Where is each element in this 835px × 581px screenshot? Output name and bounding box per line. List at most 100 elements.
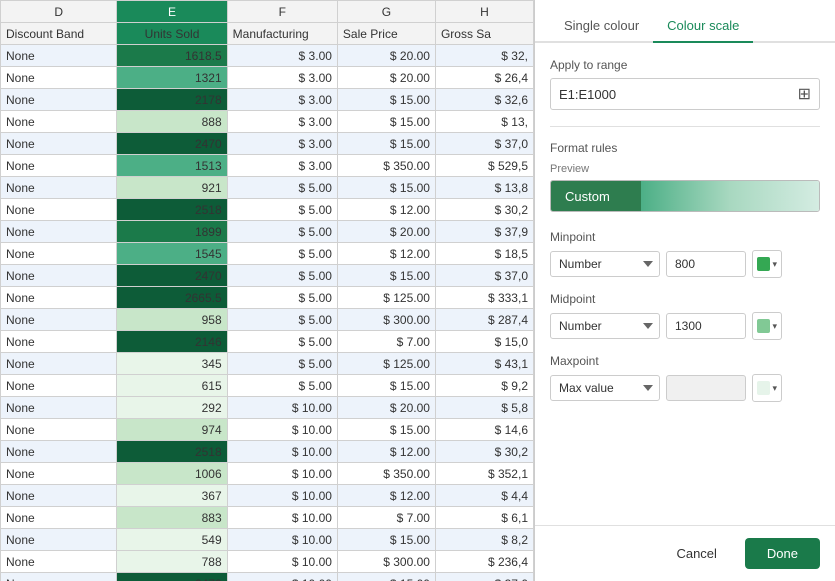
table-row: $ 5.00: [227, 199, 337, 221]
minpoint-row: Number Percent Percentile Min value ▾: [550, 250, 820, 278]
units-sold-cell: 292: [117, 397, 227, 419]
col-header-h[interactable]: H: [435, 1, 533, 23]
units-sold-cell: 1321: [117, 67, 227, 89]
tab-colour-scale[interactable]: Colour scale: [653, 10, 753, 43]
table-row: None: [1, 89, 117, 111]
table-row: $ 3.00: [227, 111, 337, 133]
table-row: $ 5,8: [435, 397, 533, 419]
units-sold-cell: 2178: [117, 89, 227, 111]
units-sold-cell: 2470: [117, 133, 227, 155]
format-rules-label: Format rules: [550, 141, 820, 155]
maxpoint-color-btn[interactable]: ▾: [752, 374, 782, 402]
table-row: $ 10.00: [227, 419, 337, 441]
table-row: None: [1, 463, 117, 485]
units-sold-cell: 2472: [117, 573, 227, 581]
table-row: None: [1, 485, 117, 507]
units-sold-cell: 883: [117, 507, 227, 529]
maxpoint-type-select[interactable]: Max value Number Percent Percentile: [550, 375, 660, 401]
midpoint-color-dot: [757, 319, 770, 333]
table-row: $ 20.00: [337, 45, 435, 67]
minpoint-color-btn[interactable]: ▾: [752, 250, 782, 278]
apply-to-range-label: Apply to range: [550, 58, 820, 72]
midpoint-type-select[interactable]: Number Percent Percentile None: [550, 313, 660, 339]
table-row: None: [1, 45, 117, 67]
maxpoint-color-dot: [757, 381, 770, 395]
table-row: None: [1, 529, 117, 551]
table-row: None: [1, 155, 117, 177]
grid-icon: ⊞: [798, 84, 811, 104]
table-row: $ 5.00: [227, 221, 337, 243]
table-row: $ 125.00: [337, 287, 435, 309]
table-row: $ 12.00: [337, 243, 435, 265]
done-button[interactable]: Done: [745, 538, 820, 569]
table-row: $ 3.00: [227, 133, 337, 155]
table-row: $ 350.00: [337, 463, 435, 485]
table-row: $ 30,2: [435, 441, 533, 463]
table-row: $ 15.00: [337, 177, 435, 199]
table-row: $ 32,6: [435, 89, 533, 111]
table-row: $ 350.00: [337, 155, 435, 177]
table-row: $ 32,: [435, 45, 533, 67]
table-row: $ 6,1: [435, 507, 533, 529]
table-row: $ 236,4: [435, 551, 533, 573]
table-row: $ 37,0: [435, 133, 533, 155]
table-row: None: [1, 507, 117, 529]
table-row: None: [1, 441, 117, 463]
table-row: $ 10.00: [227, 441, 337, 463]
table-row: $ 37,0: [435, 573, 533, 581]
table-row: $ 9,2: [435, 375, 533, 397]
table-row: $ 5.00: [227, 331, 337, 353]
table-row: $ 3.00: [227, 45, 337, 67]
table-row: None: [1, 309, 117, 331]
table-row: $ 5.00: [227, 177, 337, 199]
table-row: $ 529,5: [435, 155, 533, 177]
table-row: None: [1, 111, 117, 133]
table-row: $ 20.00: [337, 67, 435, 89]
table-row: $ 15.00: [337, 133, 435, 155]
table-row: $ 13,: [435, 111, 533, 133]
table-row: $ 15.00: [337, 265, 435, 287]
table-row: $ 10.00: [227, 573, 337, 581]
table-row: $ 5.00: [227, 243, 337, 265]
cancel-button[interactable]: Cancel: [658, 538, 734, 569]
table-row: $ 26,4: [435, 67, 533, 89]
minpoint-label: Minpoint: [550, 230, 820, 244]
range-input[interactable]: [559, 87, 798, 102]
midpoint-value-input[interactable]: [666, 313, 746, 339]
units-sold-cell: 958: [117, 309, 227, 331]
table-row: $ 4,4: [435, 485, 533, 507]
table-row: $ 5.00: [227, 287, 337, 309]
table-row: $ 15.00: [337, 111, 435, 133]
table-row: None: [1, 375, 117, 397]
col-header-e[interactable]: E: [117, 1, 227, 23]
minpoint-type-select[interactable]: Number Percent Percentile Min value: [550, 251, 660, 277]
table-row: $ 18,5: [435, 243, 533, 265]
units-sold-cell: 549: [117, 529, 227, 551]
units-sold-cell: 1545: [117, 243, 227, 265]
midpoint-label: Midpoint: [550, 292, 820, 306]
table-row: $ 10.00: [227, 397, 337, 419]
table-row: None: [1, 551, 117, 573]
range-input-row[interactable]: ⊞: [550, 78, 820, 110]
units-sold-cell: 2665.5: [117, 287, 227, 309]
maxpoint-section: Maxpoint Max value Number Percent Percen…: [550, 354, 820, 402]
col-header-d[interactable]: D: [1, 1, 117, 23]
table-row: $ 300.00: [337, 309, 435, 331]
maxpoint-label: Maxpoint: [550, 354, 820, 368]
col-header-f[interactable]: F: [227, 1, 337, 23]
units-sold-cell: 2146: [117, 331, 227, 353]
table-row: None: [1, 243, 117, 265]
minpoint-section: Minpoint Number Percent Percentile Min v…: [550, 230, 820, 278]
divider: [550, 126, 820, 127]
tab-single-colour[interactable]: Single colour: [550, 10, 653, 43]
minpoint-caret-icon: ▾: [772, 259, 777, 270]
midpoint-color-btn[interactable]: ▾: [752, 312, 782, 340]
table-row: None: [1, 221, 117, 243]
table-row: $ 333,1: [435, 287, 533, 309]
midpoint-section: Midpoint Number Percent Percentile None …: [550, 292, 820, 340]
minpoint-value-input[interactable]: [666, 251, 746, 277]
col-header-g[interactable]: G: [337, 1, 435, 23]
table-row: $ 15.00: [337, 375, 435, 397]
table-row: $ 15.00: [337, 419, 435, 441]
table-row: $ 5.00: [227, 265, 337, 287]
